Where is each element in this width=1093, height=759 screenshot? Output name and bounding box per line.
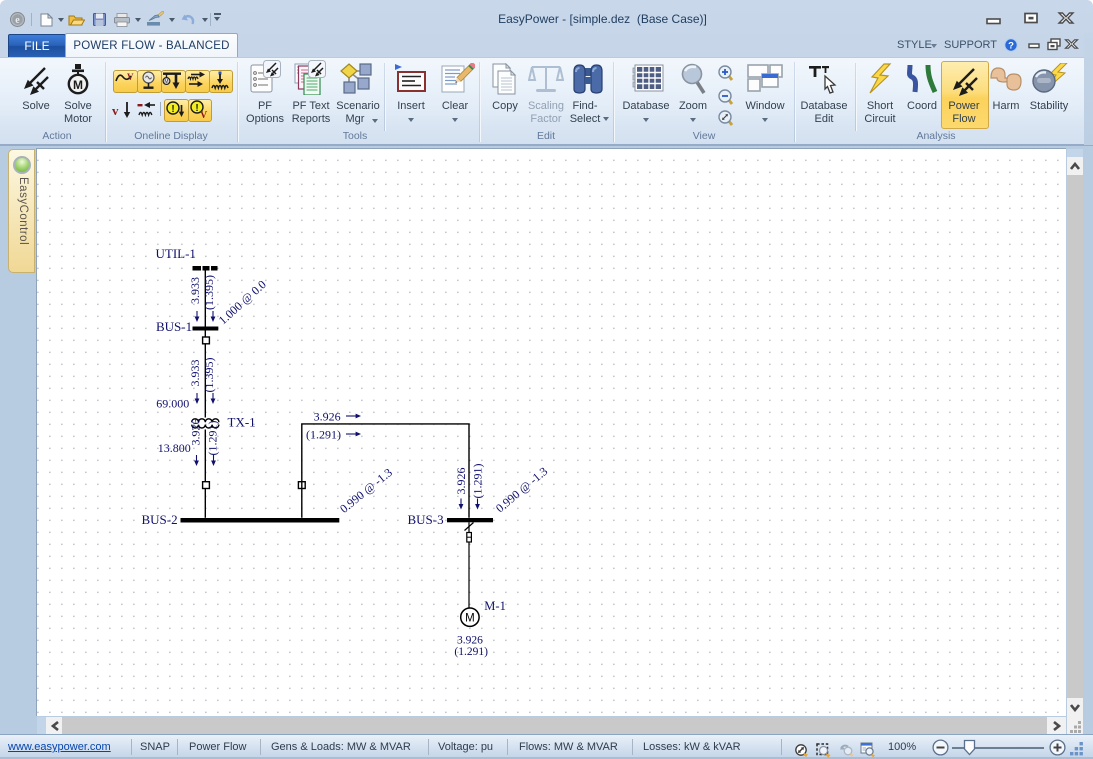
svg-text:BUS-3: BUS-3 <box>408 512 444 527</box>
svg-text:!: ! <box>195 103 198 114</box>
svg-text:?: ? <box>1008 41 1014 52</box>
svg-text:v: v <box>112 103 119 118</box>
svg-text:e: e <box>15 15 20 26</box>
svg-text:TX-1: TX-1 <box>228 415 256 430</box>
svg-text:69.000: 69.000 <box>156 397 189 411</box>
svg-text:(1.291): (1.291) <box>471 464 485 499</box>
svg-text:V: V <box>200 110 208 120</box>
svg-text:(1.395): (1.395) <box>202 275 216 310</box>
svg-text:(1.291): (1.291) <box>306 428 341 442</box>
svg-text:3.933: 3.933 <box>188 277 202 304</box>
svg-text:BUS-2: BUS-2 <box>142 512 178 527</box>
svg-text:3.926: 3.926 <box>189 419 203 446</box>
svg-text:3.926: 3.926 <box>314 410 341 424</box>
svg-text:13.800: 13.800 <box>158 441 191 455</box>
svg-text:!: ! <box>171 104 174 115</box>
svg-text:V: V <box>127 72 134 82</box>
svg-text:(1.291): (1.291) <box>454 646 488 658</box>
svg-text:M: M <box>164 79 168 85</box>
svg-text:3.933: 3.933 <box>188 360 202 387</box>
svg-text:(1.291): (1.291) <box>206 421 220 456</box>
svg-text:3.926: 3.926 <box>457 635 483 647</box>
svg-text:M: M <box>465 613 475 625</box>
svg-text:3.926: 3.926 <box>454 468 468 495</box>
svg-text:UTIL-1: UTIL-1 <box>156 246 196 261</box>
svg-text:BUS-1: BUS-1 <box>156 319 192 334</box>
svg-text:M-1: M-1 <box>484 599 506 613</box>
svg-text:M: M <box>73 78 83 92</box>
svg-text:(1.395): (1.395) <box>202 358 216 393</box>
